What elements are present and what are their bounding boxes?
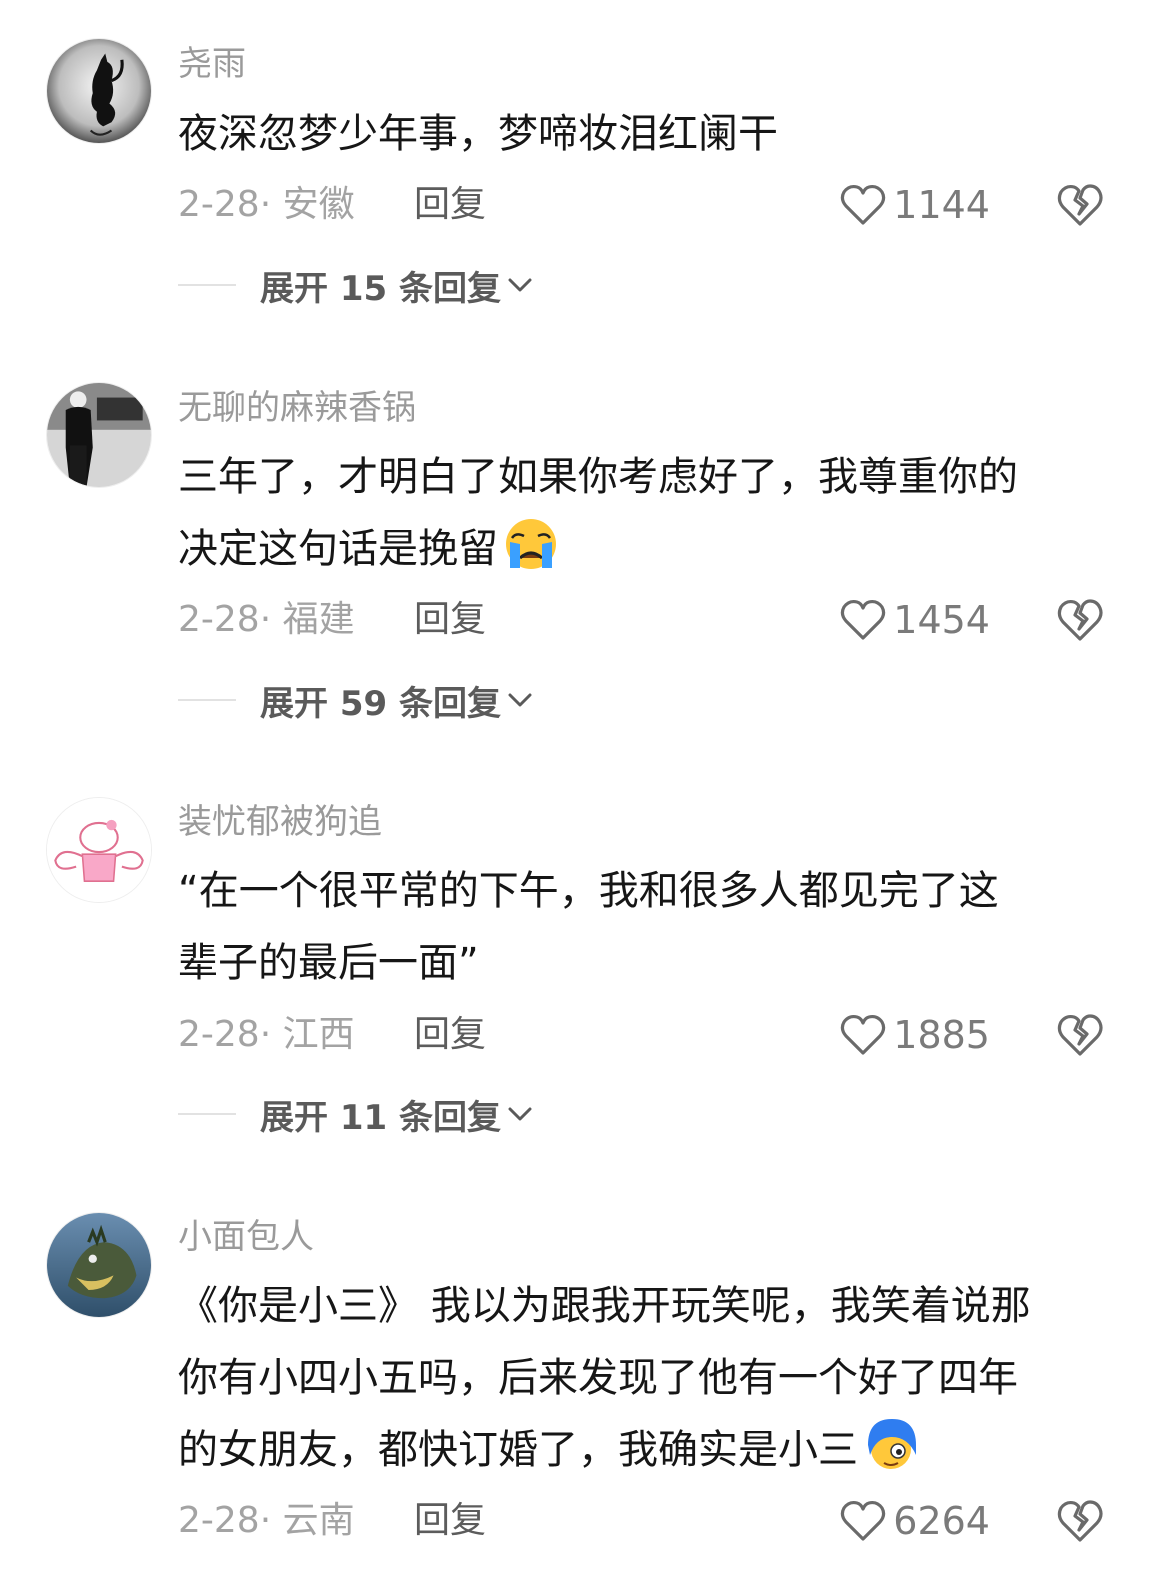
divider: [178, 699, 236, 701]
expand-replies-label: 展开 11 条回复: [260, 1097, 501, 1138]
divider: [178, 284, 236, 286]
expand-replies-button[interactable]: 展开 11 条回复: [178, 1092, 533, 1138]
expand-replies-button[interactable]: 展开 15 条回复: [178, 263, 533, 309]
reply-button[interactable]: 回复: [414, 1499, 486, 1543]
expand-replies-button[interactable]: 展开 59 条回复: [178, 678, 533, 724]
reply-button[interactable]: 回复: [414, 1013, 486, 1057]
like-button[interactable]: 1144: [840, 183, 990, 227]
chevron-down-icon: [508, 693, 532, 707]
heart-icon: [841, 599, 886, 640]
crying-face-emoji: [506, 519, 556, 569]
comment-line-text: 决定这句话是挽留: [178, 526, 498, 572]
dislike-button[interactable]: [1056, 1012, 1104, 1058]
broken-heart-icon: [1057, 1500, 1103, 1542]
like-button[interactable]: 1885: [840, 1013, 990, 1057]
comment-line: 辈子的最后一面”: [178, 940, 479, 986]
avatar-fish[interactable]: [46, 1212, 152, 1318]
like-button[interactable]: 6264: [840, 1499, 990, 1543]
fish-avatar-image: [47, 1213, 151, 1317]
like-count: 1885: [893, 1013, 990, 1057]
heart-icon: [841, 1014, 886, 1055]
username[interactable]: 无聊的麻辣香锅: [178, 388, 416, 428]
reply-button[interactable]: 回复: [414, 598, 486, 642]
like-count: 1144: [893, 183, 990, 227]
username[interactable]: 尧雨: [178, 44, 246, 84]
comment-line: 夜深忽梦少年事，梦啼妆泪红阑干: [178, 111, 778, 157]
date-location: 2-28· 安徽: [178, 184, 355, 225]
comment-line-text: 的女朋友，都快订婚了，我确实是小三: [178, 1427, 858, 1473]
comment-text: 《你是小三》 我以为跟我开玩笑呢，我笑着说那 你有小四小五吗，后来发现了他有一个…: [178, 1270, 1128, 1486]
dislike-button[interactable]: [1056, 182, 1104, 228]
expand-replies-label: 展开 15 条回复: [260, 268, 501, 309]
avatar-person[interactable]: [46, 382, 152, 488]
chevron-down-icon: [508, 278, 532, 292]
heart-icon: [841, 184, 886, 225]
blue-hair-face-emoji: [868, 1419, 916, 1469]
date-location: 2-28· 福建: [178, 599, 355, 640]
date-location: 2-28· 云南: [178, 1500, 355, 1541]
expand-replies-label: 展开 59 条回复: [260, 683, 501, 724]
avatar-hello-kitty[interactable]: [46, 797, 152, 903]
person-avatar-image: [47, 383, 151, 487]
like-count: 1454: [893, 598, 990, 642]
cat-avatar-image: [47, 39, 151, 143]
divider: [178, 1113, 236, 1115]
like-count: 6264: [893, 1499, 990, 1543]
heart-icon: [841, 1500, 886, 1541]
dislike-button[interactable]: [1056, 597, 1104, 643]
comment-text: “在一个很平常的下午，我和很多人都见完了这 辈子的最后一面”: [178, 855, 1128, 999]
dislike-button[interactable]: [1056, 1498, 1104, 1544]
date-location: 2-28· 江西: [178, 1014, 355, 1055]
comment-line: 的女朋友，都快订婚了，我确实是小三: [178, 1414, 1128, 1486]
comment-line: 决定这句话是挽留: [178, 513, 1128, 585]
comment-line: “在一个很平常的下午，我和很多人都见完了这: [178, 868, 999, 914]
comment-text: 三年了，才明白了如果你考虑好了，我尊重你的 决定这句话是挽留: [178, 441, 1128, 585]
reply-button[interactable]: 回复: [414, 183, 486, 227]
comment-text: 夜深忽梦少年事，梦啼妆泪红阑干: [178, 98, 1128, 170]
broken-heart-icon: [1057, 599, 1103, 641]
broken-heart-icon: [1057, 184, 1103, 226]
comment-line: 《你是小三》 我以为跟我开玩笑呢，我笑着说那: [178, 1283, 1031, 1329]
comment-line: 三年了，才明白了如果你考虑好了，我尊重你的: [178, 454, 1018, 500]
comment-line: 你有小四小五吗，后来发现了他有一个好了四年: [178, 1355, 1018, 1401]
hello-kitty-avatar-image: [47, 798, 151, 902]
chevron-down-icon: [508, 1107, 532, 1121]
username[interactable]: 小面包人: [178, 1217, 314, 1257]
like-button[interactable]: 1454: [840, 598, 990, 642]
username[interactable]: 装忧郁被狗追: [178, 802, 382, 842]
avatar-cat[interactable]: [46, 38, 152, 144]
broken-heart-icon: [1057, 1014, 1103, 1056]
